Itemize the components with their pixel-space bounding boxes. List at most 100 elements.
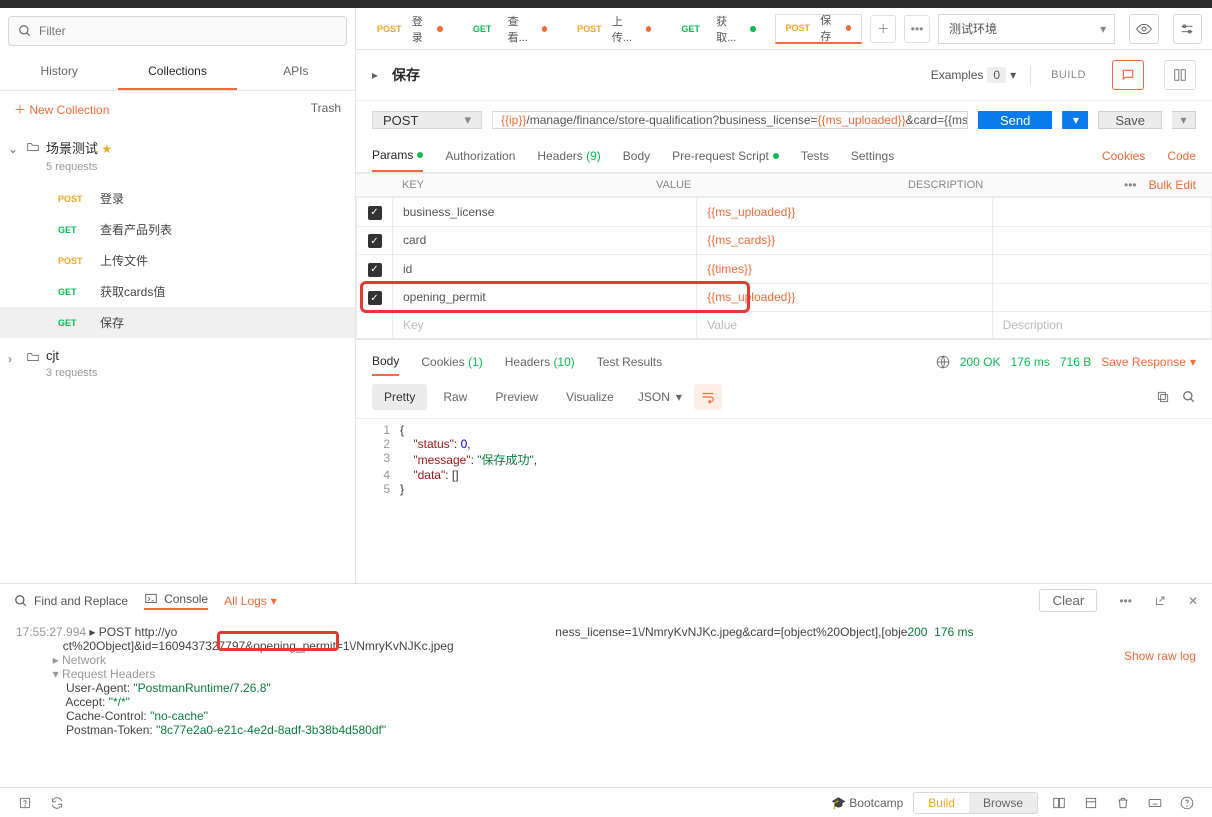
keyboard-icon[interactable] bbox=[1144, 792, 1166, 814]
copy-icon[interactable] bbox=[1156, 390, 1170, 404]
resp-tab-body[interactable]: Body bbox=[372, 348, 399, 376]
environment-select[interactable]: 测试环境▾ bbox=[938, 14, 1115, 44]
sync-icon[interactable] bbox=[46, 792, 68, 814]
wrap-lines-button[interactable] bbox=[694, 384, 722, 410]
close-icon[interactable]: ✕ bbox=[1188, 594, 1198, 608]
clear-button[interactable]: Clear bbox=[1039, 589, 1097, 612]
chevron-right-icon[interactable]: › bbox=[8, 352, 12, 366]
send-dropdown[interactable]: ▾ bbox=[1062, 111, 1088, 129]
resp-tab-headers[interactable]: Headers (10) bbox=[505, 349, 575, 375]
environment-settings-button[interactable] bbox=[1173, 14, 1202, 44]
cookies-link[interactable]: Cookies bbox=[1102, 149, 1145, 163]
request-item[interactable]: POST上传文件 bbox=[0, 245, 355, 276]
request-item[interactable]: POST登录 bbox=[0, 183, 355, 214]
divider bbox=[1030, 65, 1031, 85]
help-circle-icon[interactable] bbox=[1176, 792, 1198, 814]
all-logs-dropdown[interactable]: All Logs ▾ bbox=[224, 594, 277, 608]
checkbox[interactable]: ✓ bbox=[368, 234, 382, 248]
new-collection-button[interactable]: ＋ New Collection bbox=[14, 101, 109, 118]
tab-tests[interactable]: Tests bbox=[801, 141, 829, 171]
new-collection-label: New Collection bbox=[29, 103, 109, 117]
filter-input[interactable] bbox=[8, 16, 347, 46]
new-tab-button[interactable]: ＋ bbox=[870, 15, 896, 43]
collection-item[interactable]: › cjt 3 requests bbox=[0, 338, 355, 389]
trash-icon[interactable] bbox=[1112, 792, 1134, 814]
more-icon[interactable]: ••• bbox=[1119, 594, 1132, 608]
table-row-new[interactable]: KeyValueDescription bbox=[357, 312, 1212, 339]
single-pane-icon[interactable] bbox=[1080, 792, 1102, 814]
body-type-select[interactable]: JSON ▾ bbox=[630, 386, 690, 408]
request-title: 保存 bbox=[392, 65, 420, 85]
checkbox[interactable]: ✓ bbox=[368, 263, 382, 277]
resp-tab-cookies[interactable]: Cookies (1) bbox=[421, 349, 482, 375]
tab-collections[interactable]: Collections bbox=[118, 54, 236, 90]
globe-icon[interactable] bbox=[936, 355, 950, 369]
request-tab[interactable]: POST保存 bbox=[775, 14, 863, 44]
request-item[interactable]: GET保存 bbox=[0, 307, 355, 338]
checkbox[interactable]: ✓ bbox=[368, 206, 382, 220]
build-link[interactable]: BUILD bbox=[1045, 69, 1092, 81]
dot-icon bbox=[773, 153, 779, 159]
method-select[interactable]: POST▾ bbox=[372, 111, 482, 129]
save-response-link[interactable]: Save Response ▾ bbox=[1101, 355, 1196, 369]
tab-settings[interactable]: Settings bbox=[851, 141, 894, 171]
unsaved-dot-icon bbox=[846, 25, 851, 31]
tab-authorization[interactable]: Authorization bbox=[445, 141, 515, 171]
bulk-edit-link[interactable]: Bulk Edit bbox=[1143, 178, 1202, 192]
code-link[interactable]: Code bbox=[1167, 149, 1196, 163]
method-badge: POST bbox=[58, 194, 90, 204]
request-tab[interactable]: GET获取... bbox=[670, 14, 766, 44]
checkbox[interactable]: ✓ bbox=[368, 291, 382, 305]
request-tab[interactable]: POST上传... bbox=[566, 14, 662, 44]
show-raw-log-link[interactable]: Show raw log bbox=[1124, 649, 1196, 663]
tab-overflow-button[interactable]: ••• bbox=[904, 15, 930, 43]
comments-button[interactable] bbox=[1112, 60, 1144, 90]
find-replace-button[interactable]: Find and Replace bbox=[14, 594, 128, 608]
two-pane-icon[interactable] bbox=[1048, 792, 1070, 814]
view-visualize[interactable]: Visualize bbox=[554, 384, 626, 410]
method-badge: GET bbox=[58, 225, 90, 235]
examples-dropdown[interactable]: Examples 0 ▾ bbox=[931, 67, 1016, 83]
table-row[interactable]: ✓opening_permit{{ms_uploaded}} bbox=[357, 283, 1212, 312]
save-button[interactable]: Save bbox=[1098, 111, 1162, 129]
help-icon[interactable] bbox=[14, 792, 36, 814]
response-body[interactable]: 1{ 2 "status": 0, 3 "message": "保存成功", 4… bbox=[356, 419, 1212, 539]
tab-headers[interactable]: Headers (9) bbox=[537, 141, 600, 171]
trash-button[interactable]: Trash bbox=[311, 101, 341, 118]
table-row[interactable]: ✓card{{ms_cards}} bbox=[357, 226, 1212, 255]
url-input[interactable]: {{ip}}/manage/finance/store-qualificatio… bbox=[492, 111, 968, 129]
view-preview[interactable]: Preview bbox=[483, 384, 550, 410]
search-icon bbox=[18, 24, 32, 38]
tab-params[interactable]: Params bbox=[372, 140, 423, 172]
tab-prerequest[interactable]: Pre-request Script bbox=[672, 141, 779, 171]
send-button[interactable]: Send bbox=[978, 111, 1052, 129]
browse-toggle[interactable]: Browse bbox=[969, 793, 1037, 813]
tab-apis[interactable]: APIs bbox=[237, 54, 355, 90]
tab-body[interactable]: Body bbox=[623, 141, 650, 171]
request-item[interactable]: GET获取cards值 bbox=[0, 276, 355, 307]
table-row[interactable]: ✓id{{times}} bbox=[357, 255, 1212, 284]
search-icon[interactable] bbox=[1182, 390, 1196, 404]
view-pretty[interactable]: Pretty bbox=[372, 384, 427, 410]
column-description: DESCRIPTION bbox=[908, 179, 1118, 191]
console-log[interactable]: 17:55:27.994 ▸ POST http://yoxxxxxxxxxxx… bbox=[0, 617, 1212, 787]
request-tab[interactable]: POST登录 bbox=[366, 14, 454, 44]
chevron-down-icon[interactable]: ⌄ bbox=[8, 142, 18, 156]
tab-history[interactable]: History bbox=[0, 54, 118, 90]
more-icon[interactable]: ••• bbox=[1118, 178, 1143, 192]
console-button[interactable]: Console bbox=[144, 592, 208, 610]
bootcamp-link[interactable]: 🎓 Bootcamp bbox=[831, 796, 903, 810]
collapse-icon[interactable]: ▸ bbox=[372, 68, 378, 82]
popout-icon[interactable] bbox=[1154, 595, 1166, 607]
table-row[interactable]: ✓business_license{{ms_uploaded}} bbox=[357, 198, 1212, 227]
resp-tab-tests[interactable]: Test Results bbox=[597, 349, 662, 375]
save-dropdown[interactable]: ▾ bbox=[1172, 111, 1196, 129]
request-item[interactable]: GET查看产品列表 bbox=[0, 214, 355, 245]
collection-item[interactable]: ⌄ 场景测试 ★ 5 requests bbox=[0, 128, 355, 183]
view-raw[interactable]: Raw bbox=[431, 384, 479, 410]
environment-preview-button[interactable] bbox=[1129, 14, 1158, 44]
request-tab[interactable]: GET查看... bbox=[462, 14, 558, 44]
layout-button[interactable] bbox=[1164, 60, 1196, 90]
star-icon: ★ bbox=[101, 142, 112, 156]
build-toggle[interactable]: Build bbox=[914, 793, 969, 813]
